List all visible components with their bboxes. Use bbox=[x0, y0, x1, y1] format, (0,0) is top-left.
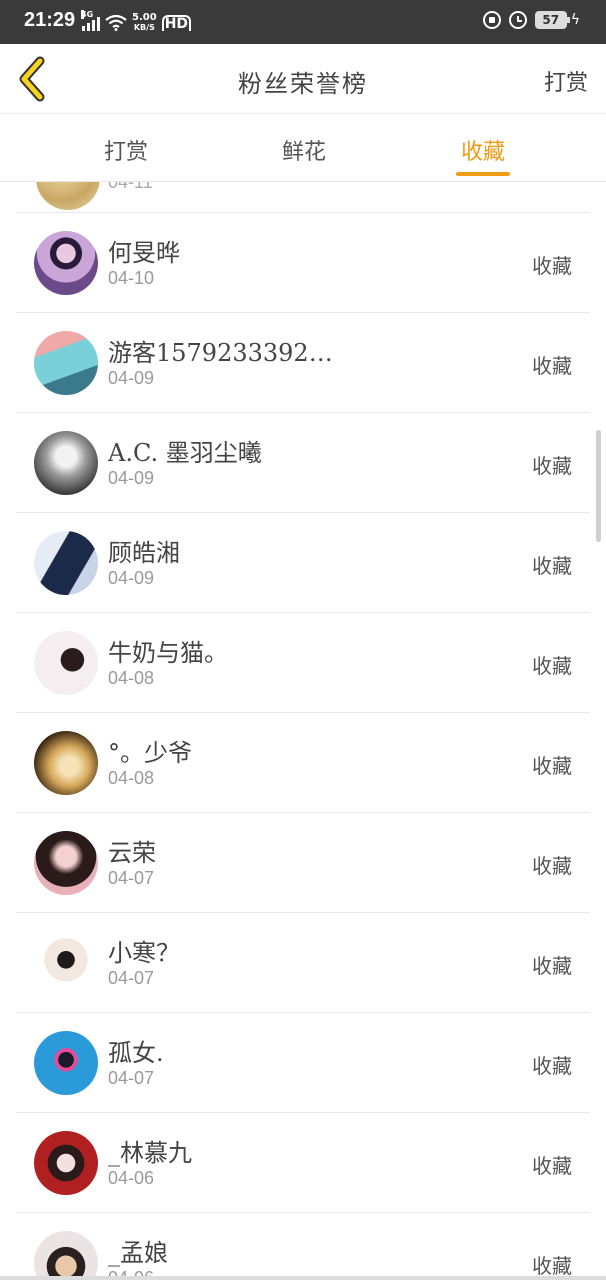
divider bbox=[16, 612, 590, 613]
list-item-date: 04-10 bbox=[108, 268, 155, 288]
list-item-name: _林慕九 bbox=[108, 1139, 192, 1167]
battery-icon: 57 bbox=[534, 11, 570, 29]
avatar bbox=[34, 731, 98, 795]
avatar bbox=[34, 231, 98, 295]
avatar bbox=[34, 1231, 98, 1280]
list-item-date: 04-09 bbox=[108, 568, 155, 588]
list-item-partial: 04-11 bbox=[0, 182, 606, 212]
divider bbox=[16, 812, 590, 813]
list-item-date: 04-08 bbox=[108, 668, 155, 688]
avatar bbox=[34, 531, 98, 595]
avatar bbox=[34, 1131, 98, 1195]
list-item-action: 收藏 bbox=[532, 1054, 572, 1078]
avatar bbox=[34, 1031, 98, 1095]
app-header: 粉丝荣誉榜 打赏 bbox=[0, 44, 606, 114]
list-item-date: 04-07 bbox=[108, 1068, 155, 1088]
wifi-icon bbox=[105, 15, 127, 31]
list-item-date: 04-11 bbox=[108, 182, 153, 192]
list-item-name: A.C. 墨羽尘曦 bbox=[108, 439, 262, 467]
list-item-action: 收藏 bbox=[532, 254, 572, 278]
list-item-action: 收藏 bbox=[532, 1254, 572, 1278]
charging-icon: ϟ bbox=[570, 12, 580, 28]
list-item-action: 收藏 bbox=[532, 754, 572, 778]
divider bbox=[16, 312, 590, 313]
divider bbox=[16, 512, 590, 513]
bottom-edge bbox=[0, 1276, 606, 1280]
list-item-action: 收藏 bbox=[532, 854, 572, 878]
alarm-icon bbox=[508, 11, 527, 29]
list-item-date: 04-09 bbox=[108, 468, 155, 488]
list-item-date: 04-07 bbox=[108, 968, 155, 988]
list-item[interactable]: 牛奶与猫。 04-08 收藏 bbox=[0, 612, 606, 712]
list-item[interactable]: A.C. 墨羽尘曦 04-09 收藏 bbox=[0, 412, 606, 512]
list-item-name: 小寒？ bbox=[108, 939, 180, 967]
scrollbar[interactable] bbox=[596, 430, 601, 542]
avatar bbox=[34, 831, 98, 895]
list-item-name: 孤女. bbox=[108, 1039, 164, 1067]
status-time: 21:29 bbox=[24, 9, 76, 31]
active-tab-indicator bbox=[456, 172, 510, 176]
tab-favorites[interactable]: 收藏 bbox=[433, 134, 533, 166]
divider bbox=[16, 912, 590, 913]
list-item-name: 云荣 bbox=[108, 839, 156, 867]
network-type: 4G bbox=[81, 10, 94, 19]
page-title: 粉丝荣誉榜 bbox=[238, 70, 368, 98]
divider bbox=[16, 1112, 590, 1113]
ranking-list[interactable]: 04-11 何旻晔 04-10 收藏 游客1579233392… 04-09 收… bbox=[0, 182, 606, 1280]
avatar bbox=[34, 931, 98, 995]
list-item-date: 04-07 bbox=[108, 868, 155, 888]
list-item-name: 何旻晔 bbox=[108, 239, 180, 267]
list-item-name: °。少爷 bbox=[108, 739, 192, 767]
rotation-lock-icon bbox=[482, 11, 501, 29]
reward-button[interactable]: 打赏 bbox=[544, 65, 588, 97]
status-right-icons: 57 ϟ bbox=[482, 11, 580, 29]
divider bbox=[16, 712, 590, 713]
list-item-name: _孟娘 bbox=[108, 1239, 168, 1267]
list-item-name: 顾皓湘 bbox=[108, 539, 180, 567]
tab-reward[interactable]: 打赏 bbox=[76, 134, 176, 166]
avatar bbox=[34, 431, 98, 495]
list-item-name: 牛奶与猫。 bbox=[108, 639, 228, 667]
avatar bbox=[34, 631, 98, 695]
tab-flowers[interactable]: 鲜花 bbox=[254, 134, 354, 166]
network-speed: 5.00 KB/S bbox=[132, 13, 157, 33]
divider bbox=[16, 212, 590, 213]
divider bbox=[16, 412, 590, 413]
list-item-date: 04-09 bbox=[108, 368, 155, 388]
list-item-action: 收藏 bbox=[532, 654, 572, 678]
list-item-name: 游客1579233392… bbox=[108, 339, 333, 367]
list-item[interactable]: °。少爷 04-08 收藏 bbox=[0, 712, 606, 812]
hd-badge: HD bbox=[161, 15, 192, 31]
status-left-icons: 4G 5.00 KB/S HD bbox=[81, 10, 192, 34]
status-bar: 21:29 4G 5.00 KB/S HD 57 ϟ bbox=[0, 0, 606, 44]
list-item[interactable]: 小寒？ 04-07 收藏 bbox=[0, 912, 606, 1012]
list-item-date: 04-08 bbox=[108, 768, 155, 788]
avatar bbox=[36, 182, 100, 210]
list-item[interactable]: 孤女. 04-07 收藏 bbox=[0, 1012, 606, 1112]
list-item-action: 收藏 bbox=[532, 354, 572, 378]
tab-bar: 打赏 鲜花 收藏 bbox=[0, 114, 606, 182]
list-item[interactable]: _孟娘 04-06 收藏 bbox=[0, 1212, 606, 1280]
divider bbox=[16, 1012, 590, 1013]
list-item-action: 收藏 bbox=[532, 554, 572, 578]
list-item-action: 收藏 bbox=[532, 954, 572, 978]
list-item[interactable]: 何旻晔 04-10 收藏 bbox=[0, 212, 606, 312]
list-item[interactable]: 云荣 04-07 收藏 bbox=[0, 812, 606, 912]
list-item-action: 收藏 bbox=[532, 454, 572, 478]
list-item[interactable]: _林慕九 04-06 收藏 bbox=[0, 1112, 606, 1212]
list-item[interactable]: 游客1579233392… 04-09 收藏 bbox=[0, 312, 606, 412]
list-item-action: 收藏 bbox=[532, 1154, 572, 1178]
list-item-date: 04-06 bbox=[108, 1168, 155, 1188]
speed-unit: KB/S bbox=[133, 23, 155, 32]
divider bbox=[16, 1212, 590, 1213]
avatar bbox=[34, 331, 98, 395]
list-item[interactable]: 顾皓湘 04-09 收藏 bbox=[0, 512, 606, 612]
signal-icon: 4G bbox=[81, 10, 100, 31]
speed-value: 5.00 bbox=[132, 12, 157, 23]
